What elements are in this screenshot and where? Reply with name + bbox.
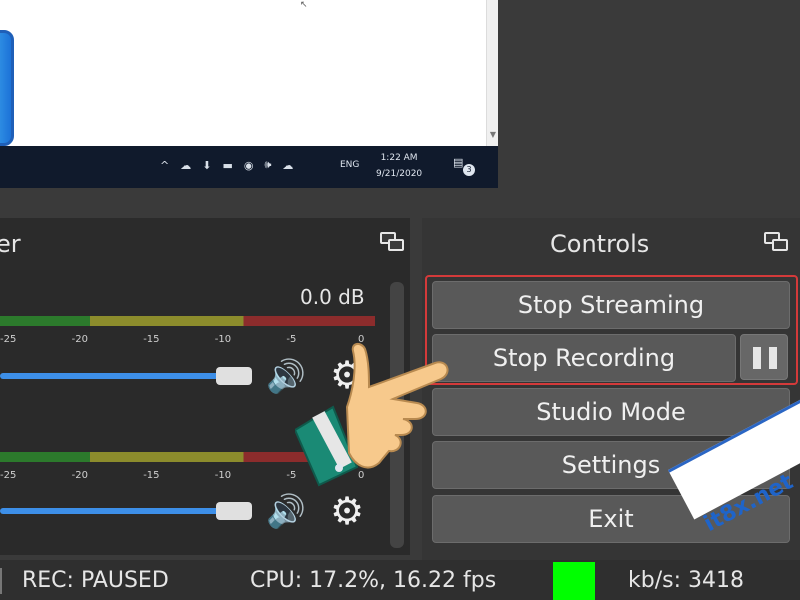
volume-meter-1 bbox=[0, 316, 375, 326]
language-indicator[interactable]: ENG bbox=[340, 160, 359, 170]
studio-mode-button[interactable]: Studio Mode bbox=[432, 388, 790, 436]
pause-recording-button[interactable] bbox=[740, 334, 788, 380]
gear-icon[interactable]: ⚙ bbox=[330, 492, 364, 530]
pause-icon bbox=[753, 347, 761, 369]
status-bar: REC: PAUSED CPU: 17.2%, 16.22 fps kb/s: … bbox=[0, 560, 800, 600]
meter-tick-label: -20 bbox=[71, 470, 88, 481]
scroll-down-icon[interactable]: ▼ bbox=[490, 130, 496, 139]
undock-controls-icon[interactable] bbox=[762, 230, 792, 254]
chevron-up-icon[interactable]: ^ bbox=[160, 159, 169, 172]
clock-time: 1:22 AM bbox=[380, 153, 418, 163]
notification-center-icon[interactable]: ▤ 3 bbox=[453, 156, 475, 176]
battery-icon[interactable]: ▬ bbox=[222, 159, 232, 172]
meter-tick-label: -10 bbox=[214, 334, 232, 345]
cloud-error-icon[interactable]: ☁ bbox=[180, 159, 191, 172]
onedrive-icon[interactable]: ☁ bbox=[282, 159, 293, 172]
volume-icon[interactable]: 🕪 bbox=[264, 158, 271, 172]
undock-mixer-icon[interactable] bbox=[378, 230, 408, 254]
phone-image-edge bbox=[0, 30, 14, 146]
windows-taskbar: ^ ☁ ⬇ ▬ ◉ 🕪 ☁ ENG 1:22 AM 9/21/2020 ▤ 3 bbox=[0, 146, 498, 188]
taskbar-clock[interactable]: 1:22 AM 9/21/2020 bbox=[376, 150, 422, 182]
db-readout: 0.0 dB bbox=[300, 285, 365, 309]
notification-count-badge: 3 bbox=[463, 164, 475, 176]
audio-mixer-dock-header: er bbox=[0, 218, 410, 270]
mouse-cursor-icon: ↖ bbox=[300, 0, 308, 10]
clock-date: 9/21/2020 bbox=[376, 169, 423, 179]
meter-tick-label: -15 bbox=[143, 470, 160, 481]
meter-tick-label: -20 bbox=[71, 334, 88, 345]
volume-slider-fill-1 bbox=[0, 373, 222, 379]
volume-slider-handle-2[interactable] bbox=[216, 502, 252, 520]
preview-scrollbar[interactable]: ▼ bbox=[486, 0, 498, 146]
wifi-icon[interactable]: ◉ bbox=[244, 159, 254, 172]
preview-canvas[interactable]: ↖ ▼ ^ ☁ ⬇ ▬ ◉ 🕪 ☁ ENG 1:22 AM 9/21/2020 ▤ 3 bbox=[0, 0, 498, 188]
system-tray: ^ ☁ ⬇ ▬ ◉ 🕪 ☁ bbox=[160, 158, 293, 172]
meter-tick-label: -10 bbox=[214, 470, 232, 481]
stop-streaming-button[interactable]: Stop Streaming bbox=[432, 281, 790, 329]
recording-status: REC: PAUSED bbox=[22, 568, 169, 593]
volume-slider-fill-2 bbox=[0, 508, 222, 514]
stream-health-indicator bbox=[553, 562, 595, 600]
cpu-fps-status: CPU: 17.2%, 16.22 fps bbox=[250, 568, 497, 593]
usb-icon[interactable]: ⬇ bbox=[202, 159, 211, 172]
bitrate-status: kb/s: 3418 bbox=[628, 568, 744, 593]
pointing-hand-icon bbox=[295, 343, 449, 487]
meter-tick-label: -25 bbox=[0, 334, 17, 345]
audio-mixer-title: er bbox=[0, 230, 21, 258]
speaker-icon[interactable]: 🔊 bbox=[266, 492, 306, 530]
meter-tick-label: -25 bbox=[0, 470, 17, 481]
volume-slider-handle-1[interactable] bbox=[216, 367, 252, 385]
stop-recording-button[interactable]: Stop Recording bbox=[432, 334, 736, 382]
controls-title: Controls bbox=[550, 230, 650, 258]
status-separator bbox=[0, 568, 2, 594]
meter-tick-label: -15 bbox=[143, 334, 160, 345]
